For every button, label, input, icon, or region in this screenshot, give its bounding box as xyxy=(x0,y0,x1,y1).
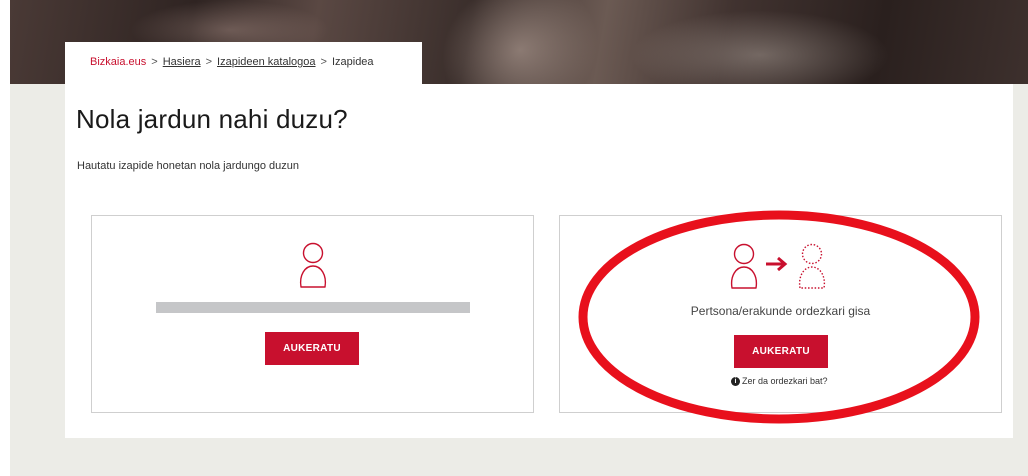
representative-option-label: Pertsona/erakunde ordezkari gisa xyxy=(690,304,871,318)
what-is-representative-link[interactable]: i Zer da ordezkari bat? xyxy=(731,376,828,386)
breadcrumb-home-link[interactable]: Bizkaia.eus xyxy=(90,56,146,68)
info-icon: i xyxy=(731,376,740,386)
person-to-representative-icon xyxy=(730,243,826,289)
page-title: Nola jardun nahi duzu? xyxy=(76,104,348,134)
breadcrumb: Bizkaia.eus > Hasiera > Izapideen katalogoa >… xyxy=(90,56,374,68)
breadcrumb-separator: > xyxy=(320,56,327,68)
option-card-self: AUKERATU xyxy=(91,215,534,413)
breadcrumb-link-hasiera[interactable]: Hasiera xyxy=(163,56,201,68)
select-self-button[interactable]: AUKERATU xyxy=(265,332,359,365)
breadcrumb-link-katalogoa[interactable]: Izapideen katalogoa xyxy=(217,56,315,68)
name-placeholder-bar xyxy=(156,302,470,313)
breadcrumb-separator: > xyxy=(151,56,158,68)
breadcrumb-current: Izapidea xyxy=(331,56,374,68)
option-card-representative: Pertsona/erakunde ordezkari gisa AUKERAT… xyxy=(559,215,1002,413)
select-representative-button[interactable]: AUKERATU xyxy=(734,335,828,368)
help-link-text: Zer da ordezkari bat? xyxy=(742,376,828,386)
page-subtitle: Hautatu izapide honetan nola jardungo du… xyxy=(77,160,300,172)
left-margin xyxy=(0,0,10,476)
person-icon xyxy=(299,242,327,288)
breadcrumb-separator: > xyxy=(205,56,213,68)
